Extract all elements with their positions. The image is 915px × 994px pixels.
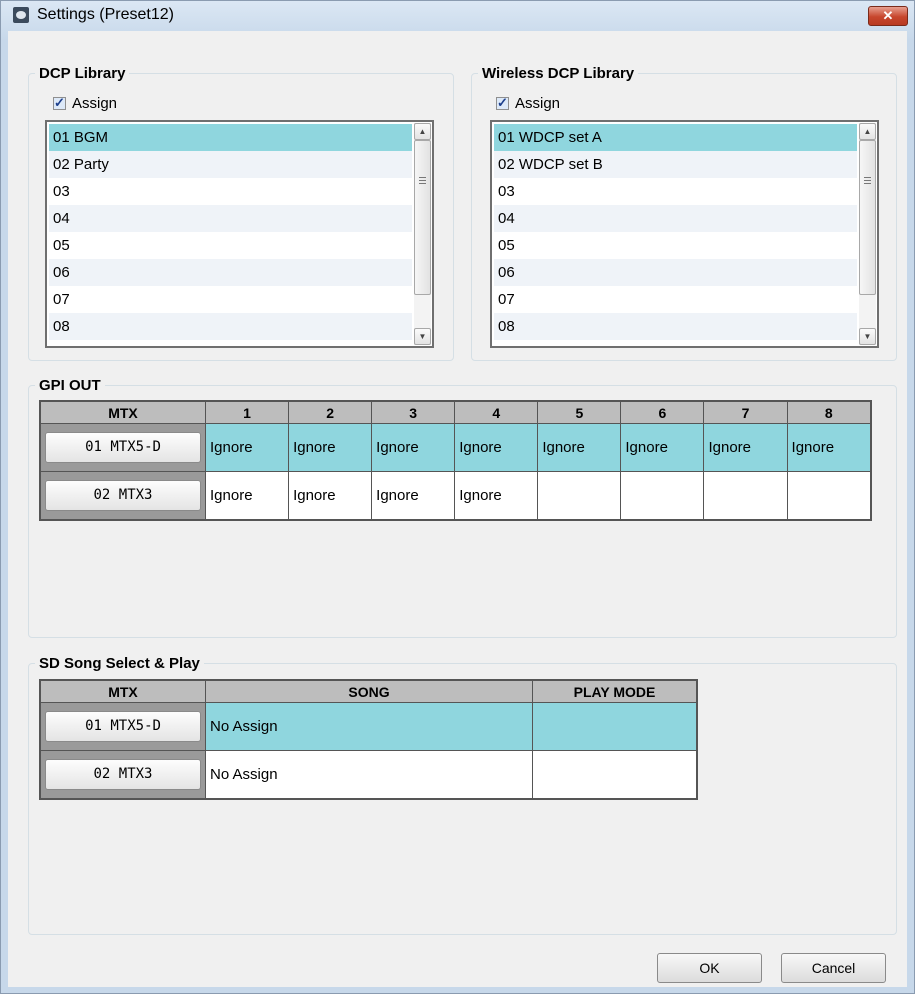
app-icon bbox=[13, 7, 29, 23]
scroll-thumb[interactable] bbox=[859, 140, 876, 295]
window-title: Settings (Preset12) bbox=[37, 6, 174, 23]
list-item[interactable]: 08 bbox=[49, 313, 412, 340]
list-item[interactable]: 05 bbox=[494, 232, 857, 259]
sd-song-title: SD Song Select & Play bbox=[35, 655, 204, 672]
list-item[interactable]: 06 bbox=[49, 259, 412, 286]
list-item[interactable]: 01 WDCP set A bbox=[494, 124, 857, 151]
wireless-assign[interactable]: Assign bbox=[496, 95, 560, 112]
gpi-col-4: 4 bbox=[454, 400, 539, 424]
scroll-down-icon[interactable]: ▼ bbox=[414, 328, 431, 345]
list-item[interactable]: 07 bbox=[494, 286, 857, 313]
list-item[interactable]: 05 bbox=[49, 232, 412, 259]
sd-col-song: SONG bbox=[205, 679, 533, 703]
gpi-cell[interactable] bbox=[786, 471, 872, 521]
gpi-row: 02 MTX3 Ignore Ignore Ignore Ignore bbox=[39, 471, 872, 521]
gpi-col-mtx: MTX bbox=[39, 400, 206, 424]
gpi-cell[interactable]: Ignore bbox=[204, 423, 290, 472]
dcp-assign[interactable]: Assign bbox=[53, 95, 117, 112]
gpi-cell[interactable]: Ignore bbox=[371, 471, 456, 521]
settings-window: Settings (Preset12) ✕ DCP Library Assign… bbox=[0, 0, 915, 994]
gpi-cell[interactable]: Ignore bbox=[454, 423, 539, 472]
gpi-col-8: 8 bbox=[786, 400, 872, 424]
sd-col-mtx: MTX bbox=[39, 679, 206, 703]
gpi-cell[interactable]: Ignore bbox=[288, 423, 373, 472]
gpi-row: 01 MTX5-D Ignore Ignore Ignore Ignore Ignore I… bbox=[39, 423, 872, 472]
dcp-library-list[interactable]: 01 BGM 02 Party 03 04 05 06 07 08 ▲ ▼ bbox=[45, 120, 434, 348]
scroll-thumb[interactable] bbox=[414, 140, 431, 295]
list-item[interactable]: 01 BGM bbox=[49, 124, 412, 151]
gpi-cell[interactable]: Ignore bbox=[703, 423, 788, 472]
gpi-mtx-button[interactable]: 02 MTX3 bbox=[45, 480, 201, 511]
wireless-assign-label: Assign bbox=[515, 95, 561, 112]
sd-play-mode-cell[interactable] bbox=[532, 750, 698, 800]
wireless-list-scrollbar[interactable]: ▲ ▼ bbox=[859, 123, 876, 345]
gpi-cell[interactable]: Ignore bbox=[620, 423, 705, 472]
gpi-cell[interactable] bbox=[620, 471, 705, 521]
close-button[interactable]: ✕ bbox=[868, 6, 908, 26]
gpi-cell[interactable]: Ignore bbox=[537, 423, 622, 472]
dcp-list-scrollbar[interactable]: ▲ ▼ bbox=[414, 123, 431, 345]
sd-row: 02 MTX3 No Assign bbox=[39, 750, 698, 800]
gpi-out-group: GPI OUT MTX 1 2 3 4 5 6 7 8 01 MTX5-D Ignore Ignor… bbox=[28, 377, 897, 638]
gpi-col-5: 5 bbox=[537, 400, 622, 424]
gpi-cell[interactable]: Ignore bbox=[204, 471, 290, 521]
cancel-button[interactable]: Cancel bbox=[781, 953, 886, 983]
sd-song-cell[interactable]: No Assign bbox=[205, 702, 533, 751]
dcp-library-group: DCP Library Assign 01 BGM02 Party0304050… bbox=[28, 65, 454, 361]
gpi-mtx-button[interactable]: 01 MTX5-D bbox=[45, 432, 201, 463]
ok-button[interactable]: OK bbox=[657, 953, 762, 983]
gpi-col-2: 2 bbox=[288, 400, 373, 424]
list-item[interactable]: 02 WDCP set B bbox=[494, 151, 857, 178]
gpi-cell[interactable]: Ignore bbox=[371, 423, 456, 472]
gpi-col-6: 6 bbox=[620, 400, 705, 424]
gpi-cell[interactable] bbox=[537, 471, 622, 521]
gpi-cell[interactable]: Ignore bbox=[288, 471, 373, 521]
scroll-up-icon[interactable]: ▲ bbox=[859, 123, 876, 140]
list-item[interactable]: 04 bbox=[494, 205, 857, 232]
gpi-cell[interactable]: Ignore bbox=[786, 423, 872, 472]
list-item[interactable]: 04 bbox=[49, 205, 412, 232]
gpi-out-title: GPI OUT bbox=[35, 377, 105, 394]
wireless-assign-checkbox[interactable] bbox=[496, 95, 509, 111]
list-item[interactable]: 07 bbox=[49, 286, 412, 313]
list-item[interactable]: 06 bbox=[494, 259, 857, 286]
gpi-col-1: 1 bbox=[204, 400, 290, 424]
sd-play-mode-cell[interactable] bbox=[532, 702, 698, 751]
gpi-col-7: 7 bbox=[703, 400, 788, 424]
scroll-up-icon[interactable]: ▲ bbox=[414, 123, 431, 140]
gpi-cell[interactable]: Ignore bbox=[454, 471, 539, 521]
gpi-out-table: MTX 1 2 3 4 5 6 7 8 01 MTX5-D Ignore Ignore Ignore I… bbox=[39, 400, 872, 521]
list-item[interactable]: 03 bbox=[494, 178, 857, 205]
sd-row: 01 MTX5-D No Assign bbox=[39, 702, 698, 751]
sd-song-table: MTX SONG PLAY MODE 01 MTX5-D No Assign 0… bbox=[39, 679, 698, 800]
sd-col-play-mode: PLAY MODE bbox=[532, 679, 698, 703]
list-item[interactable]: 08 bbox=[494, 313, 857, 340]
scroll-down-icon[interactable]: ▼ bbox=[859, 328, 876, 345]
dialog-body: DCP Library Assign 01 BGM02 Party0304050… bbox=[8, 31, 907, 987]
gpi-col-3: 3 bbox=[371, 400, 456, 424]
wireless-dcp-library-group: Wireless DCP Library Assign 01 WDCP set … bbox=[471, 65, 897, 361]
sd-mtx-button[interactable]: 02 MTX3 bbox=[45, 759, 201, 790]
list-item[interactable]: 03 bbox=[49, 178, 412, 205]
sd-song-group: SD Song Select & Play MTX SONG PLAY MODE… bbox=[28, 655, 897, 935]
wireless-dcp-library-title: Wireless DCP Library bbox=[478, 65, 639, 82]
dcp-assign-checkbox[interactable] bbox=[53, 95, 66, 111]
dcp-assign-label: Assign bbox=[72, 95, 118, 112]
dcp-library-title: DCP Library bbox=[35, 65, 130, 82]
sd-mtx-button[interactable]: 01 MTX5-D bbox=[45, 711, 201, 742]
title-bar[interactable]: Settings (Preset12) ✕ bbox=[1, 1, 914, 31]
gpi-cell[interactable] bbox=[703, 471, 788, 521]
wireless-dcp-library-list[interactable]: 01 WDCP set A 02 WDCP set B 03 04 05 06 07 08 ▲… bbox=[490, 120, 879, 348]
list-item[interactable]: 02 Party bbox=[49, 151, 412, 178]
sd-song-cell[interactable]: No Assign bbox=[205, 750, 533, 800]
